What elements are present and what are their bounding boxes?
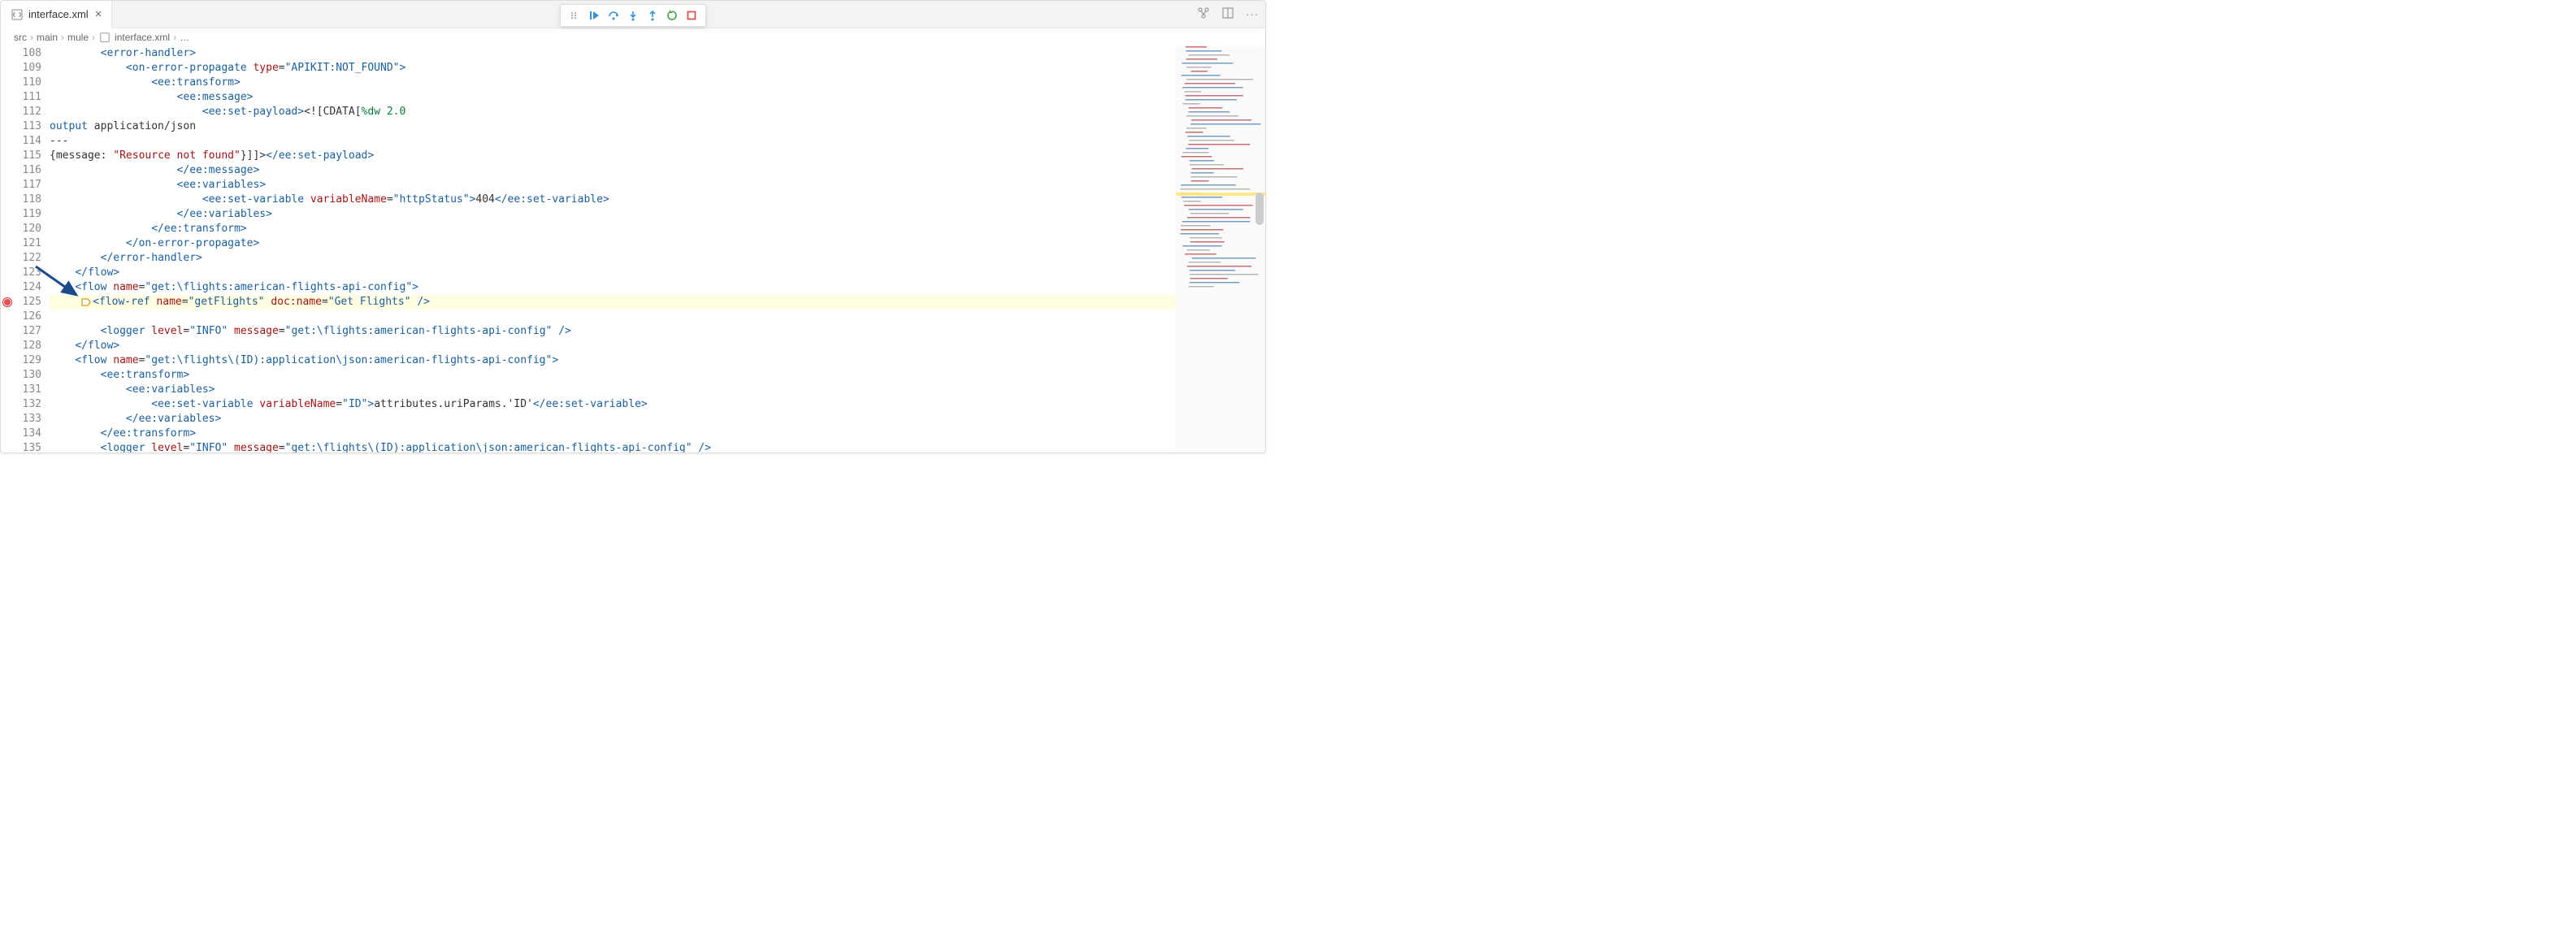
step-out-button[interactable] xyxy=(644,6,661,24)
code-line[interactable]: <flow name="get:\flights\(ID):applicatio… xyxy=(50,353,1176,368)
code-line[interactable]: </ee:variables> xyxy=(50,412,1176,427)
scrollbar-vertical[interactable] xyxy=(1254,46,1265,453)
xml-file-icon xyxy=(98,31,111,44)
line-number: 114 xyxy=(14,134,41,149)
line-number: 128 xyxy=(14,339,41,353)
chevron-right-icon: › xyxy=(173,32,176,43)
drag-handle-icon[interactable] xyxy=(566,6,583,24)
debug-toolbar xyxy=(560,4,706,27)
titlebar-actions: ··· xyxy=(1197,6,1259,22)
chevron-right-icon: › xyxy=(92,32,95,43)
line-number: 131 xyxy=(14,383,41,397)
code-line[interactable]: <ee:variables> xyxy=(50,178,1176,193)
code-editor[interactable]: 1081091101111121131141151161171181191201… xyxy=(1,46,1265,453)
code-line[interactable]: <logger level="INFO" message="get:\fligh… xyxy=(50,324,1176,339)
line-number: 112 xyxy=(14,105,41,119)
breakpoint-gutter[interactable] xyxy=(1,46,14,453)
code-line[interactable]: output application/json xyxy=(50,119,1176,134)
chevron-right-icon: › xyxy=(30,32,33,43)
code-line[interactable]: </ee:message> xyxy=(50,163,1176,178)
code-line[interactable]: </on-error-propagate> xyxy=(50,236,1176,251)
line-number: 129 xyxy=(14,353,41,368)
editor-window: interface.xml × xyxy=(0,0,1266,453)
line-number: 109 xyxy=(14,61,41,76)
minimap[interactable] xyxy=(1176,46,1265,453)
line-number: 127 xyxy=(14,324,41,339)
stop-button[interactable] xyxy=(683,6,700,24)
code-line[interactable]: </flow> xyxy=(50,266,1176,280)
line-number: 120 xyxy=(14,222,41,236)
line-number: 108 xyxy=(14,46,41,61)
tab-filename: interface.xml xyxy=(28,8,89,20)
more-icon[interactable]: ··· xyxy=(1246,8,1259,20)
breakpoint-icon[interactable] xyxy=(3,298,11,306)
code-line[interactable]: <ee:variables> xyxy=(50,383,1176,397)
close-icon[interactable]: × xyxy=(93,7,104,21)
line-number: 118 xyxy=(14,193,41,207)
line-number: 132 xyxy=(14,397,41,412)
line-number: 126 xyxy=(14,310,41,324)
code-line[interactable]: <error-handler> xyxy=(50,46,1176,61)
line-number: 135 xyxy=(14,441,41,453)
code-line[interactable]: </ee:transform> xyxy=(50,427,1176,441)
code-line[interactable]: </flow> xyxy=(50,339,1176,353)
code-line[interactable]: {message: "Resource not found"}]]></ee:s… xyxy=(50,149,1176,163)
code-line[interactable]: <ee:set-variable variableName="httpStatu… xyxy=(50,193,1176,207)
line-number: 124 xyxy=(14,280,41,295)
crumb[interactable]: main xyxy=(37,32,58,43)
code-line[interactable]: </error-handler> xyxy=(50,251,1176,266)
code-content[interactable]: <error-handler> <on-error-propagate type… xyxy=(50,46,1176,453)
line-number: 134 xyxy=(14,427,41,441)
code-line[interactable]: <ee:transform> xyxy=(50,76,1176,90)
line-number: 122 xyxy=(14,251,41,266)
line-number: 111 xyxy=(14,90,41,105)
code-line[interactable]: <ee:set-variable variableName="ID">attri… xyxy=(50,397,1176,412)
code-line[interactable]: </ee:variables> xyxy=(50,207,1176,222)
xml-file-icon xyxy=(11,8,24,21)
code-line[interactable] xyxy=(50,310,1176,324)
chevron-right-icon: › xyxy=(61,32,64,43)
line-number: 121 xyxy=(14,236,41,251)
code-line[interactable]: <ee:message> xyxy=(50,90,1176,105)
code-line[interactable]: <on-error-propagate type="APIKIT:NOT_FOU… xyxy=(50,61,1176,76)
line-number: 117 xyxy=(14,178,41,193)
crumb[interactable]: … xyxy=(180,32,189,43)
code-line[interactable]: <logger level="INFO" message="get:\fligh… xyxy=(50,441,1176,453)
crumb[interactable]: interface.xml xyxy=(115,32,170,43)
line-number: 125 xyxy=(14,295,41,310)
code-line[interactable]: --- xyxy=(50,134,1176,149)
step-over-button[interactable] xyxy=(605,6,622,24)
code-line[interactable]: <ee:set-payload><![CDATA[%dw 2.0 xyxy=(50,105,1176,119)
restart-button[interactable] xyxy=(663,6,681,24)
line-number: 123 xyxy=(14,266,41,280)
code-line[interactable]: </ee:transform> xyxy=(50,222,1176,236)
code-line[interactable]: <ee:transform> xyxy=(50,368,1176,383)
code-line[interactable]: <flow-ref name="getFlights" doc:name="Ge… xyxy=(50,295,1176,310)
line-number: 133 xyxy=(14,412,41,427)
run-config-icon[interactable] xyxy=(1197,6,1210,22)
crumb[interactable]: mule xyxy=(67,32,89,43)
line-number: 116 xyxy=(14,163,41,178)
line-number: 119 xyxy=(14,207,41,222)
line-number: 130 xyxy=(14,368,41,383)
editor-tab-active[interactable]: interface.xml × xyxy=(1,1,112,28)
step-into-button[interactable] xyxy=(624,6,642,24)
crumb[interactable]: src xyxy=(14,32,27,43)
line-number: 110 xyxy=(14,76,41,90)
scroll-thumb[interactable] xyxy=(1255,193,1264,225)
continue-button[interactable] xyxy=(585,6,603,24)
line-number: 113 xyxy=(14,119,41,134)
split-editor-icon[interactable] xyxy=(1221,6,1234,22)
code-line[interactable]: <flow name="get:\flights:american-flight… xyxy=(50,280,1176,295)
line-number: 115 xyxy=(14,149,41,163)
step-cursor-icon xyxy=(81,297,91,307)
breadcrumb[interactable]: src› main› mule› interface.xml› … xyxy=(1,28,1265,46)
line-number-gutter: 1081091101111121131141151161171181191201… xyxy=(14,46,50,453)
titlebar: interface.xml × xyxy=(1,1,1265,28)
